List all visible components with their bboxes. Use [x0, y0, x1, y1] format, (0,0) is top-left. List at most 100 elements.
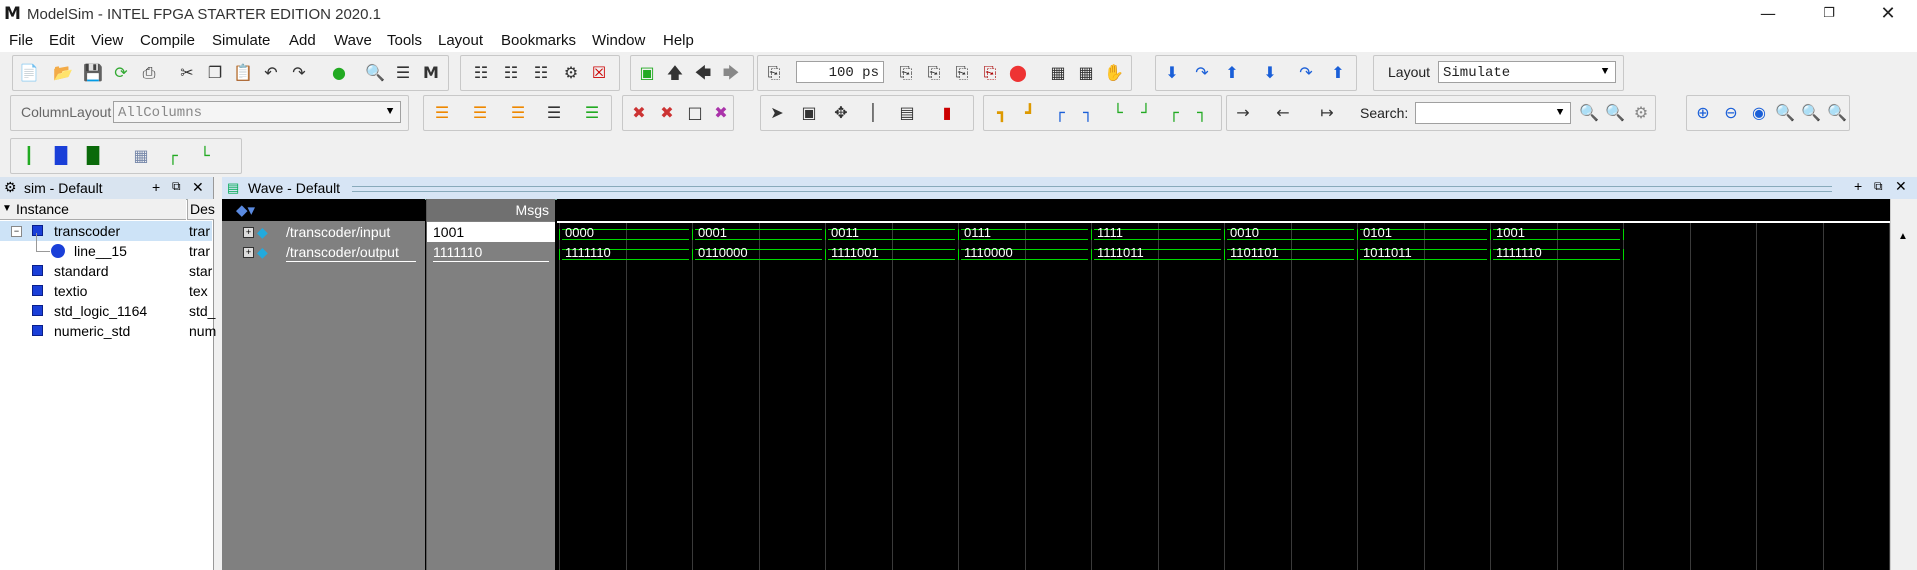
find-icon[interactable]: 🔍: [365, 63, 385, 83]
zoom-mode-icon[interactable]: ▣: [799, 103, 819, 123]
pan-mode-icon[interactable]: ✥: [831, 103, 851, 123]
tree-row-transcoder[interactable]: − transcoder trar: [0, 221, 212, 241]
step-over-icon[interactable]: ↷: [1192, 63, 1212, 83]
reload-icon[interactable]: ⟳: [111, 63, 131, 83]
signal-row-output[interactable]: + ◆ /transcoder/output: [222, 242, 425, 262]
wave-event-icon[interactable]: █: [83, 146, 103, 166]
redo-icon[interactable]: ↷: [289, 63, 309, 83]
column-layout-select[interactable]: AllColumns ▼: [113, 101, 401, 123]
expression-builder-icon[interactable]: ↦: [1317, 103, 1337, 123]
modelsim-icon[interactable]: M: [421, 63, 441, 83]
search-input[interactable]: ▼: [1415, 102, 1571, 124]
vertical-scrollbar[interactable]: ▲: [1890, 199, 1917, 570]
minimize-icon[interactable]: —: [1745, 0, 1791, 30]
copy-wave-icon[interactable]: □: [685, 103, 705, 123]
copy-icon[interactable]: ❐: [205, 63, 225, 83]
ruler-icon[interactable]: ▤: [897, 103, 917, 123]
menu-window[interactable]: Window: [592, 32, 645, 49]
collapse-signal-icon[interactable]: ←: [1273, 103, 1293, 123]
pane-dock-icon[interactable]: +: [1854, 178, 1862, 194]
compare-icon[interactable]: ☰: [393, 63, 413, 83]
value-row-output[interactable]: 1111110: [427, 242, 555, 262]
chevron-down-icon[interactable]: ▼: [1597, 64, 1613, 80]
tree-row-line-15[interactable]: line__15 trar: [0, 233, 212, 261]
find-any-edge-icon[interactable]: ┌: [1164, 103, 1184, 123]
edit-wave-icon[interactable]: ☰: [508, 103, 528, 123]
paste-wave-icon[interactable]: ✖: [711, 103, 731, 123]
new-file-icon[interactable]: 📄: [19, 63, 39, 83]
insert-cursor-icon[interactable]: ☰: [432, 103, 452, 123]
expand-toggle-icon[interactable]: +: [243, 247, 254, 258]
pane-undock-icon[interactable]: ⧉: [1874, 179, 1883, 194]
collapse-toggle-icon[interactable]: −: [11, 226, 22, 237]
run-length-input[interactable]: 100 ps: [796, 61, 884, 83]
wave-logic-icon[interactable]: █: [51, 146, 71, 166]
chevron-down-icon[interactable]: ▼: [382, 104, 398, 120]
add-wave-icon[interactable]: ☰: [470, 103, 490, 123]
undo-icon[interactable]: ↶: [261, 63, 281, 83]
menu-simulate[interactable]: Simulate: [212, 32, 270, 49]
drag-grip[interactable]: [352, 186, 1832, 192]
wave-options-icon[interactable]: ◆▾: [236, 201, 255, 219]
step-over-dropdown-icon[interactable]: ↷: [1296, 63, 1316, 83]
pane-close-icon[interactable]: ✕: [1895, 178, 1907, 195]
edit-mode-icon[interactable]: │: [863, 103, 883, 123]
value-row-input[interactable]: 1001: [427, 222, 555, 242]
step-into-icon[interactable]: ⬇: [1162, 63, 1182, 83]
restore-icon[interactable]: ❐: [1806, 0, 1852, 30]
memory-icon[interactable]: ▦: [1076, 63, 1096, 83]
forward-arrow-icon[interactable]: 🡆: [721, 63, 741, 83]
menu-bookmarks[interactable]: Bookmarks: [501, 32, 576, 49]
zoom-range-icon[interactable]: 🔍: [1827, 103, 1847, 123]
previous-edge-icon[interactable]: ┌: [1050, 103, 1070, 123]
menu-add[interactable]: Add: [289, 32, 316, 49]
find-previous-edge-icon[interactable]: ┛: [1020, 103, 1040, 123]
layout-select[interactable]: Simulate ▼: [1438, 61, 1616, 83]
step-out-dropdown-icon[interactable]: ⬆: [1328, 63, 1348, 83]
menu-tools[interactable]: Tools: [387, 32, 422, 49]
print-icon[interactable]: ⎙: [139, 63, 159, 83]
tree-row-std-logic-1164[interactable]: std_logic_1164 std_: [0, 301, 215, 321]
compile-all-icon[interactable]: ☷: [501, 63, 521, 83]
waveform-area[interactable]: 0000 0001 0011 0111 1111 0010 0101 1001 1111110…: [557, 199, 1909, 570]
find-rising-edge-icon[interactable]: └: [1108, 103, 1128, 123]
wave-analog-icon[interactable]: ▦: [131, 146, 151, 166]
chevron-down-icon[interactable]: ▼: [1552, 105, 1568, 121]
menu-view[interactable]: View: [91, 32, 123, 49]
restart-icon[interactable]: ⎘: [764, 63, 784, 83]
wave-group-icon[interactable]: ☰: [544, 103, 564, 123]
menu-edit[interactable]: Edit: [49, 32, 75, 49]
compile-icon[interactable]: ☷: [471, 63, 491, 83]
select-pointer-icon[interactable]: ➤: [767, 103, 787, 123]
performance-icon[interactable]: ▦: [1048, 63, 1068, 83]
bookmark-icon[interactable]: ▮: [937, 103, 957, 123]
close-icon[interactable]: ✕: [1865, 0, 1911, 30]
add-item-icon[interactable]: ●: [329, 63, 349, 83]
scroll-up-icon[interactable]: ▲: [1898, 231, 1908, 242]
zoom-active-cursor-icon[interactable]: 🔍: [1801, 103, 1821, 123]
step-icon[interactable]: ▣: [637, 63, 657, 83]
wave-compare-icon[interactable]: ☰: [582, 103, 602, 123]
zoom-out-icon[interactable]: ⊖: [1721, 103, 1741, 123]
find-falling-edge-icon[interactable]: ┘: [1136, 103, 1156, 123]
tree-row-standard[interactable]: standard star: [0, 261, 212, 281]
find-last-edge-icon[interactable]: ┐: [1192, 103, 1212, 123]
compile-out-of-date-icon[interactable]: ☷: [531, 63, 551, 83]
find-first-edge-icon[interactable]: ┓: [992, 103, 1012, 123]
tree-row-textio[interactable]: textio tex: [0, 281, 212, 301]
break-run-icon[interactable]: ⎘: [980, 63, 1000, 83]
delete-wave-icon[interactable]: ✖: [657, 103, 677, 123]
zoom-cursor-icon[interactable]: 🔍: [1775, 103, 1795, 123]
menu-help[interactable]: Help: [663, 32, 694, 49]
simulate-icon[interactable]: ⚙: [561, 63, 581, 83]
step-into-dropdown-icon[interactable]: ⬇: [1260, 63, 1280, 83]
wave-literal-icon[interactable]: ┃: [19, 146, 39, 166]
zoom-in-icon[interactable]: ⊕: [1693, 103, 1713, 123]
pane-close-icon[interactable]: ✕: [192, 179, 204, 196]
pane-undock-icon[interactable]: ⧉: [172, 179, 181, 194]
instance-column-header[interactable]: ▼ Instance: [0, 199, 186, 220]
paste-icon[interactable]: 📋: [233, 63, 253, 83]
search-next-icon[interactable]: 🔍: [1605, 103, 1625, 123]
cut-icon[interactable]: ✂: [177, 63, 197, 83]
search-previous-icon[interactable]: 🔍: [1579, 103, 1599, 123]
